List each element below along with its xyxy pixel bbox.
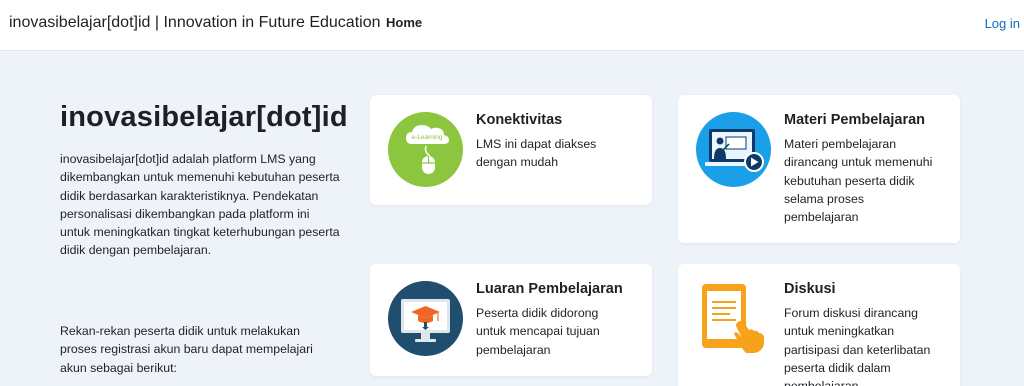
- elearning-badge: e-Learning: [411, 134, 442, 141]
- feature-card-luaran: Luaran Pembelajaran Peserta didik didoro…: [370, 264, 652, 376]
- card-title: Luaran Pembelajaran: [476, 281, 623, 297]
- navbar: inovasibelajar[dot]id | Innovation in Fu…: [0, 0, 1024, 51]
- feature-card-diskusi: Diskusi Forum diskusi dirancang untuk me…: [678, 264, 960, 386]
- feature-card-konektivitas: e-Learning Konektivitas LMS ini dapat di…: [370, 95, 652, 205]
- card-title: Diskusi: [784, 281, 836, 297]
- teacher-screen-play-icon: [696, 112, 771, 187]
- card-description: Peserta didik didorong untuk mencapai tu…: [476, 306, 600, 357]
- hero-description: inovasibelajar[dot]id adalah platform LM…: [60, 152, 340, 258]
- card-description: Forum diskusi dirancang untuk meningkatk…: [784, 306, 931, 386]
- login-link[interactable]: Log in: [985, 16, 1020, 31]
- tablet-hand-touch-icon: [702, 284, 764, 353]
- registration-text: Rekan-rekan peserta didik untuk melakuka…: [60, 324, 313, 375]
- graduation-cap-monitor-icon: [388, 281, 463, 356]
- card-description: LMS ini dapat diakses dengan mudah: [476, 137, 597, 170]
- nav-home-link[interactable]: Home: [386, 15, 422, 30]
- card-title: Materi Pembelajaran: [784, 112, 926, 128]
- hero-title: inovasibelajar[dot]id: [60, 101, 348, 133]
- site-brand[interactable]: inovasibelajar[dot]id | Innovation in Fu…: [9, 14, 381, 32]
- feature-card-materi: Materi Pembelajaran Materi pembelajaran …: [678, 95, 960, 243]
- elearning-cloud-mouse-icon: e-Learning: [388, 112, 463, 187]
- card-title: Konektivitas: [476, 112, 563, 128]
- card-description: Materi pembelajaran dirancang untuk meme…: [784, 137, 933, 225]
